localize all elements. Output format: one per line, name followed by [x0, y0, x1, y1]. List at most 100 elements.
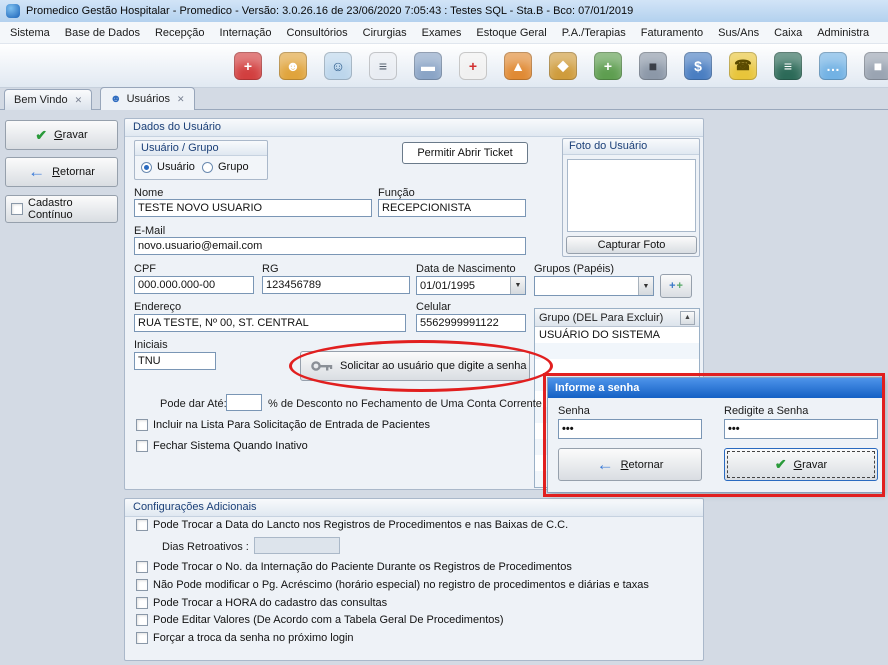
ambulance-icon[interactable]: + [459, 52, 487, 80]
back-arrow-icon: ← [597, 460, 614, 470]
retornar-button[interactable]: ← Retornar [5, 157, 118, 187]
menu-item-cirurgias[interactable]: Cirurgias [356, 24, 414, 42]
menu-item-base-de-dados[interactable]: Base de Dados [58, 24, 147, 42]
menu-item-consultorios[interactable]: Consultórios [280, 24, 355, 42]
foto-preview [567, 159, 696, 232]
config-checkbox[interactable] [136, 579, 148, 591]
rg-input[interactable] [262, 276, 410, 294]
fechar-sistema-checkbox[interactable] [136, 440, 148, 452]
chevron-down-icon[interactable]: ▼ [510, 277, 525, 294]
email-input[interactable] [134, 237, 526, 255]
tipo-usuario-group: Usuário / Grupo [134, 140, 268, 180]
config-checkbox[interactable] [136, 597, 148, 609]
config-row: Pode Trocar a Data do Lancto nos Registr… [136, 519, 568, 531]
menu-item-pa-terapias[interactable]: P.A./Terapias [555, 24, 633, 42]
check-icon: ✔ [775, 456, 787, 473]
iniciais-label: Iniciais [134, 339, 168, 351]
add-grupo-button[interactable]: + + [660, 274, 692, 298]
dialog-retornar-button[interactable]: ← Retornar [558, 448, 702, 481]
bed-icon[interactable]: ▬ [414, 52, 442, 80]
celular-input[interactable] [416, 314, 526, 332]
menu-item-administracao[interactable]: Administra [810, 24, 876, 42]
close-icon[interactable]: ✕ [75, 95, 83, 106]
dados-usuario-caption: Dados do Usuário [125, 119, 703, 137]
radio-usuario-label: Usuário [157, 161, 195, 173]
retornar-button-label: Retornar [52, 166, 95, 178]
celular-label: Celular [416, 301, 451, 313]
nome-input[interactable] [134, 199, 372, 217]
prescription-icon[interactable]: ≡ [369, 52, 397, 80]
fechar-sistema-label: Fechar Sistema Quando Inativo [153, 440, 308, 452]
iniciais-input[interactable] [134, 352, 216, 370]
phone-icon[interactable]: ☎ [729, 52, 757, 80]
menu-item-estoque-geral[interactable]: Estoque Geral [469, 24, 553, 42]
radio-grupo-label: Grupo [218, 161, 249, 173]
nascimento-combo[interactable]: 01/01/1995 ▼ [416, 276, 526, 295]
incluir-lista-row: Incluir na Lista Para Solicitação de Ent… [136, 419, 430, 431]
dialog-retornar-label: Retornar [621, 459, 664, 471]
title-bar[interactable]: Promedico Gestão Hospitalar - Promedico … [0, 0, 888, 22]
scroll-up-icon[interactable]: ▲ [680, 311, 695, 325]
cpf-input[interactable] [134, 276, 254, 294]
stock-icon[interactable]: ◆ [549, 52, 577, 80]
gravar-button[interactable]: ✔ Gravar [5, 120, 118, 150]
staff-icon[interactable]: ☻ [279, 52, 307, 80]
tab-bem-vindo-label: Bem Vindo [14, 94, 68, 106]
config-label: Pode Trocar o No. da Internação do Pacie… [153, 561, 572, 573]
pharmacy-icon[interactable]: + [594, 52, 622, 80]
desconto-input[interactable] [226, 394, 262, 411]
dias-retroativos-label: Dias Retroativos : [162, 541, 249, 553]
menu-item-caixa[interactable]: Caixa [767, 24, 809, 42]
tab-usuarios[interactable]: ☻ Usuários ✕ [100, 87, 195, 110]
config-label: Não Pode modificar o Pg. Acréscimo (horá… [153, 579, 649, 591]
chat-icon[interactable]: … [819, 52, 847, 80]
config-checkbox[interactable] [136, 561, 148, 573]
menu-item-sus-ans[interactable]: Sus/Ans [711, 24, 766, 42]
chevron-down-icon[interactable]: ▼ [638, 277, 653, 295]
radio-grupo[interactable] [202, 162, 213, 173]
config-checkbox[interactable] [136, 614, 148, 626]
menu-item-exames[interactable]: Exames [415, 24, 469, 42]
cadastro-continuo-label: Cadastro Contínuo [28, 197, 117, 221]
funcao-label: Função [378, 187, 415, 199]
back-arrow-icon: ← [28, 167, 45, 177]
config-checkbox[interactable] [136, 519, 148, 531]
grupo-list-item[interactable]: USUÁRIO DO SISTEMA [535, 327, 699, 343]
email-label: E-Mail [134, 225, 165, 237]
config-checkbox[interactable] [136, 632, 148, 644]
billing-icon[interactable]: $ [684, 52, 712, 80]
radio-usuario[interactable] [141, 162, 152, 173]
config-label: Forçar a troca da senha no próximo login [153, 632, 354, 644]
grupos-papeis-combo[interactable]: ▼ [534, 276, 654, 296]
permitir-abrir-ticket-button[interactable]: Permitir Abrir Ticket [402, 142, 528, 164]
config-label: Pode Trocar a Data do Lancto nos Registr… [153, 519, 568, 531]
app-icon [6, 4, 20, 18]
redigite-senha-input[interactable] [724, 419, 878, 439]
menu-item-sistema[interactable]: Sistema [3, 24, 57, 42]
grupo-list-header[interactable]: Grupo (DEL Para Excluir) ▲ [535, 309, 699, 327]
menu-item-internacao[interactable]: Internação [213, 24, 279, 42]
toolbar: + ☻ ☺ ≡ ▬ + ▲ ◆ + ■ $ ☎ ≡ … ■ [0, 44, 888, 88]
configuracoes-adicionais-caption: Configurações Adicionais [125, 499, 703, 517]
incluir-lista-checkbox[interactable] [136, 419, 148, 431]
endereco-input[interactable] [134, 314, 406, 332]
funcao-input[interactable] [378, 199, 526, 217]
dialog-gravar-button[interactable]: ✔ Gravar [724, 448, 878, 481]
capturar-foto-button[interactable]: Capturar Foto [566, 236, 697, 254]
senha-input[interactable] [558, 419, 702, 439]
menu-item-recepcao[interactable]: Recepção [148, 24, 212, 42]
misc-icon[interactable]: ■ [864, 52, 888, 80]
plus-icon: + [669, 280, 675, 292]
safe-icon[interactable]: ■ [639, 52, 667, 80]
cadastro-continuo-checkbox[interactable] [11, 203, 23, 215]
doctor-icon[interactable]: ☺ [324, 52, 352, 80]
close-icon[interactable]: ✕ [177, 94, 185, 105]
fechar-sistema-row: Fechar Sistema Quando Inativo [136, 440, 308, 452]
capturar-foto-label: Capturar Foto [598, 239, 666, 251]
emergency-icon[interactable]: + [234, 52, 262, 80]
menu-item-faturamento[interactable]: Faturamento [634, 24, 710, 42]
tab-bem-vindo[interactable]: Bem Vindo ✕ [4, 89, 92, 110]
chart-icon[interactable]: ▲ [504, 52, 532, 80]
solicitar-senha-button[interactable]: Solicitar ao usuário que digite a senha [300, 351, 530, 381]
ledger-icon[interactable]: ≡ [774, 52, 802, 80]
